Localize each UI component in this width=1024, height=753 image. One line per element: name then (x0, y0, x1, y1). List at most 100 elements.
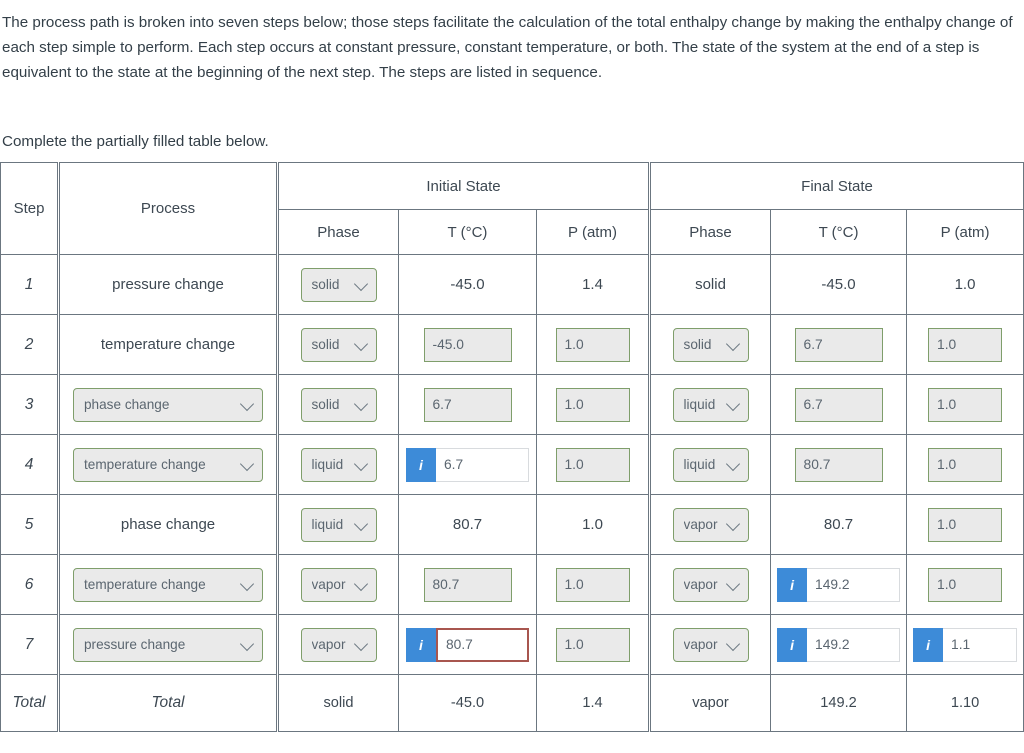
cell-inner: solidliquidvapor (651, 327, 770, 362)
initial-temp-input-row-6[interactable] (423, 567, 512, 602)
final-phase-select-row-2[interactable]: solidliquidvapor (672, 327, 749, 362)
cell-inner: pressure change (60, 276, 276, 293)
cell-final-pressure-row-1: 1.0 (906, 254, 1024, 315)
cell-step-row-3: 3 (0, 374, 60, 435)
process-select-row-7[interactable]: pressure changetemperature changephase c… (73, 627, 263, 662)
cell-inner: solidliquidvapor (279, 567, 398, 602)
initial-temp-input-row-2[interactable] (423, 327, 512, 362)
cell-inner (907, 567, 1023, 602)
final-pressure-input-row-5[interactable] (928, 507, 1003, 542)
cell-inner (907, 327, 1023, 362)
cell-initial-temp-row-5: 80.7 (398, 494, 537, 555)
initial-temp-input-row-7[interactable] (436, 627, 529, 662)
cell-inner (537, 387, 648, 422)
process-value-row-2: temperature change (100, 336, 236, 353)
info-icon[interactable]: i (777, 567, 808, 602)
table-row: 2 temperature change solidliquidvapor solid… (0, 314, 1024, 375)
cell-inner: solidliquidvapor (279, 627, 398, 662)
total-initial-phase: solid (277, 674, 399, 732)
initial-temp-input-group-row-7: i (406, 627, 529, 662)
final-phase-select-row-3[interactable]: solidliquidvapor (672, 387, 749, 422)
cell-final-pressure-row-6 (906, 554, 1024, 615)
cell-inner: 1.0 (907, 276, 1023, 293)
process-select-row-3[interactable]: pressure changetemperature changephase c… (73, 387, 263, 422)
final-pressure-input-row-3[interactable] (928, 387, 1003, 422)
cell-inner: -45.0 (771, 276, 906, 293)
initial-temp-input-row-3[interactable] (423, 387, 512, 422)
select-shell-final-phase: solidliquidvapor (672, 567, 749, 602)
final-temp-input-row-6[interactable] (807, 567, 901, 602)
final-temp-input-row-2[interactable] (794, 327, 883, 362)
cell-initial-temp-row-2 (398, 314, 537, 375)
process-select-row-4[interactable]: pressure changetemperature changephase c… (73, 447, 263, 482)
header-initial-pressure: P (atm) (535, 209, 652, 255)
final-pressure-input-row-7[interactable] (943, 627, 1018, 662)
cell-inner: solidliquidvapor (279, 387, 398, 422)
final-pressure-input-row-4[interactable] (928, 447, 1003, 482)
cell-inner (537, 447, 648, 482)
cell-inner (537, 327, 648, 362)
cell-inner: -45.0 (399, 276, 536, 293)
select-shell-final-phase: solidliquidvapor (672, 507, 749, 542)
cell-initial-phase-row-5: solidliquidvapor (277, 494, 399, 555)
cell-step-row-6: 6 (0, 554, 60, 615)
cell-inner: solidliquidvapor (651, 387, 770, 422)
final-pressure-input-row-2[interactable] (928, 327, 1003, 362)
cell-inner: phase change (60, 516, 276, 533)
cell-inner: pressure changetemperature changephase c… (60, 447, 276, 482)
cell-final-temp-row-5: 80.7 (770, 494, 908, 555)
cell-final-phase-row-2: solidliquidvapor (649, 314, 772, 375)
cell-inner (399, 567, 536, 602)
initial-phase-select-row-1[interactable]: solidliquidvapor (300, 267, 377, 302)
cell-initial-temp-row-4: i (398, 434, 537, 495)
cell-inner: pressure changetemperature changephase c… (60, 567, 276, 602)
cell-final-temp-row-1: -45.0 (770, 254, 908, 315)
initial-phase-select-row-7[interactable]: solidliquidvapor (300, 627, 377, 662)
info-icon[interactable]: i (913, 627, 944, 662)
initial-phase-select-row-2[interactable]: solidliquidvapor (300, 327, 377, 362)
initial-pressure-input-row-3[interactable] (555, 387, 630, 422)
info-icon[interactable]: i (777, 627, 808, 662)
final-phase-select-row-4[interactable]: solidliquidvapor (672, 447, 749, 482)
select-shell-final-phase: solidliquidvapor (672, 447, 749, 482)
cell-final-temp-row-4 (770, 434, 908, 495)
initial-phase-select-row-5[interactable]: solidliquidvapor (300, 507, 377, 542)
select-shell-process: pressure changetemperature changephase c… (73, 627, 263, 662)
info-icon[interactable]: i (406, 447, 436, 482)
process-state-table: Step Process Initial State Final State P… (0, 162, 1024, 732)
initial-pressure-input-row-6[interactable] (555, 567, 630, 602)
cell-initial-pressure-row-3 (535, 374, 652, 435)
total-process-label: Total (58, 674, 279, 732)
process-select-row-6[interactable]: pressure changetemperature changephase c… (73, 567, 263, 602)
final-temp-input-row-3[interactable] (794, 387, 883, 422)
initial-phase-select-row-4[interactable]: solidliquidvapor (300, 447, 377, 482)
table-row: 3 pressure changetemperature changephase … (0, 374, 1024, 435)
header-initial-state: Initial State (276, 162, 652, 210)
cell-inner (907, 387, 1023, 422)
initial-temp-input-row-4[interactable] (436, 447, 529, 482)
cell-final-temp-row-2 (770, 314, 908, 375)
cell-final-phase-row-3: solidliquidvapor (649, 374, 772, 435)
cell-inner (399, 387, 536, 422)
cell-inner: solidliquidvapor (651, 507, 770, 542)
info-icon[interactable]: i (406, 627, 436, 662)
final-phase-select-row-5[interactable]: solidliquidvapor (672, 507, 749, 542)
cell-final-phase-row-5: solidliquidvapor (649, 494, 772, 555)
initial-phase-select-row-6[interactable]: solidliquidvapor (300, 567, 377, 602)
final-pressure-input-group-row-7: i (913, 627, 1018, 662)
initial-pressure-input-row-2[interactable] (555, 327, 630, 362)
cell-inner: solid (651, 276, 770, 293)
final-temp-input-row-7[interactable] (807, 627, 901, 662)
final-phase-select-row-7[interactable]: solidliquidvapor (672, 627, 749, 662)
total-final-phase: vapor (649, 674, 772, 732)
initial-pressure-input-row-7[interactable] (555, 627, 630, 662)
initial-phase-select-row-3[interactable]: solidliquidvapor (300, 387, 377, 422)
final-temp-value-row-5: 80.7 (823, 516, 854, 533)
final-temp-input-row-4[interactable] (794, 447, 883, 482)
initial-pressure-input-row-4[interactable] (555, 447, 630, 482)
header-final-temp: T (°C) (770, 209, 908, 255)
final-phase-select-row-6[interactable]: solidliquidvapor (672, 567, 749, 602)
table-row: 5 phase change solidliquidvapor 80.7 1.0 soli… (0, 494, 1024, 555)
final-pressure-input-row-6[interactable] (928, 567, 1003, 602)
cell-final-phase-row-1: solid (649, 254, 772, 315)
